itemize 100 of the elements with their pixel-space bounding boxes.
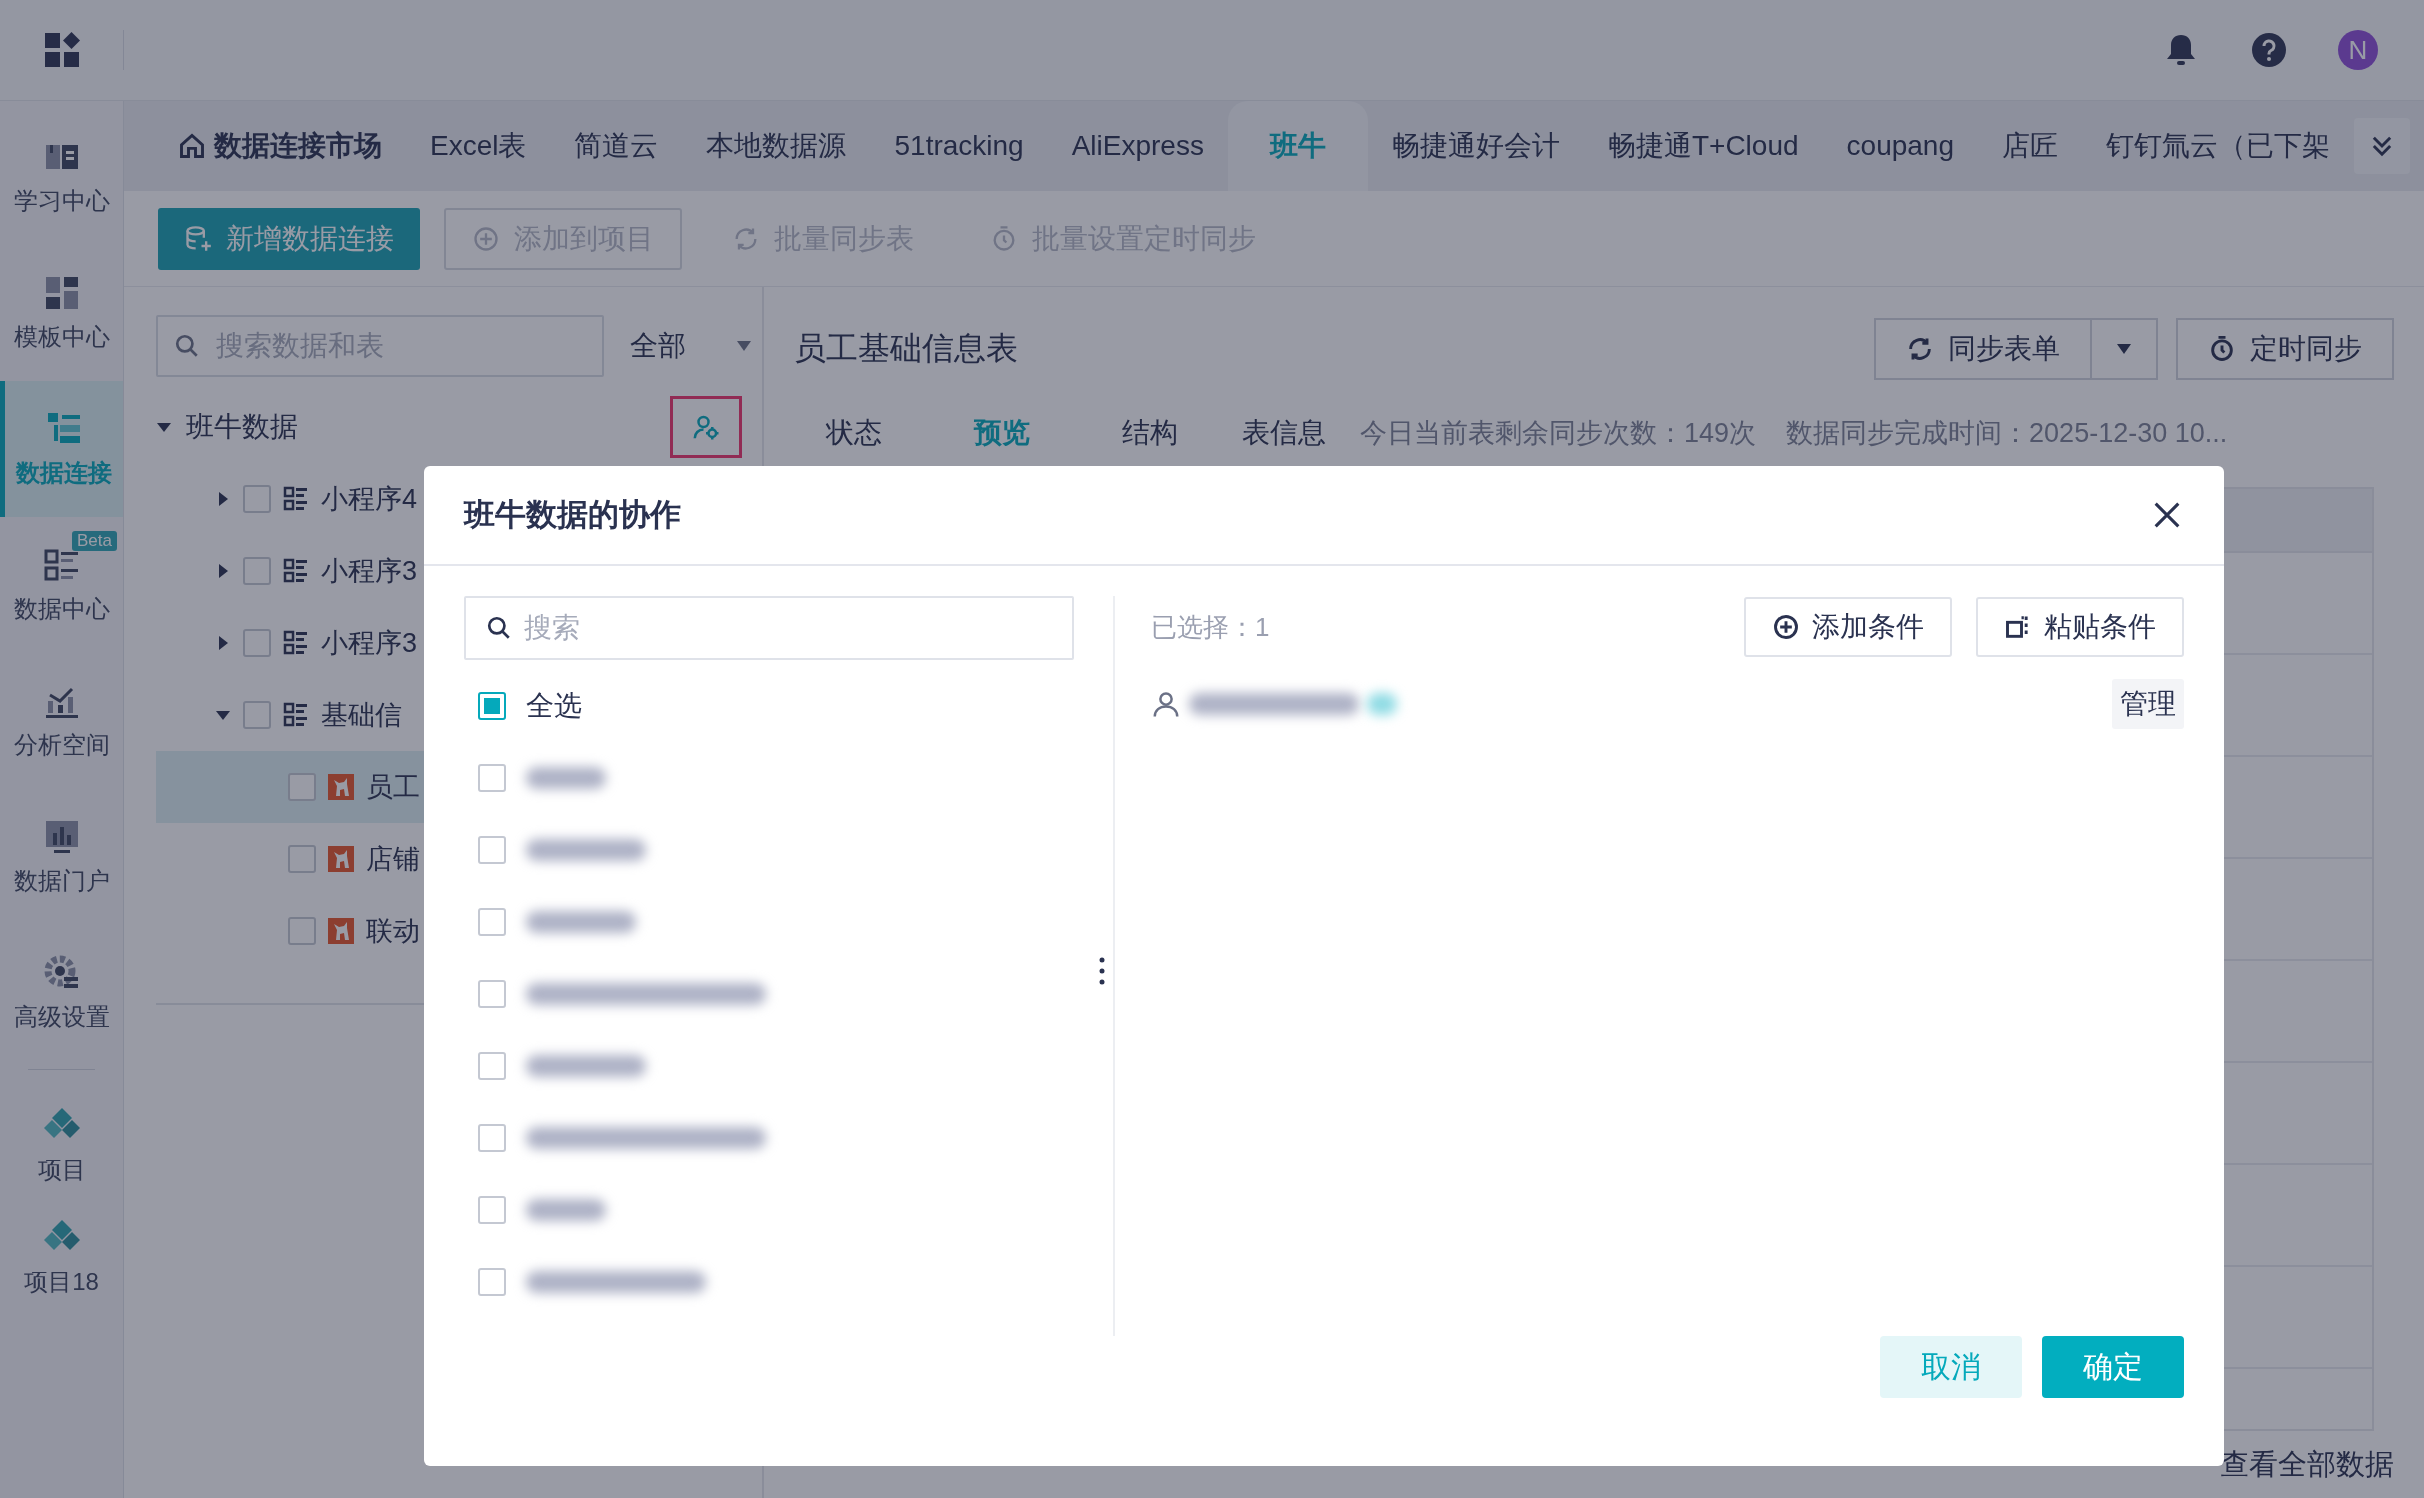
tab[interactable]: 畅捷通T+Cloud (1583, 101, 1823, 191)
timer-sync-button[interactable]: 定时同步 (2176, 318, 2394, 380)
sidebar-label: 项目 (37, 1155, 86, 1185)
tree-item[interactable]: 小程序3 (156, 607, 424, 679)
tab[interactable]: coupang (1822, 101, 1978, 191)
help-icon[interactable] (2250, 31, 2288, 69)
plus-circle-icon (472, 224, 500, 253)
caret-icon (2116, 343, 2132, 355)
checkbox[interactable] (478, 1268, 506, 1296)
sub-tab[interactable]: 表信息 (1210, 399, 1358, 467)
dialog-title: 班牛数据的协作 (464, 496, 681, 534)
checkbox[interactable] (288, 917, 316, 945)
user-icon (1151, 689, 1181, 719)
tree-item-label: 小程序3 (321, 555, 418, 588)
caret-icon (736, 340, 752, 352)
sidebar-item[interactable]: 数据门户 (0, 789, 123, 925)
blurred-tag (1367, 693, 1397, 715)
tree-item-label: 小程序4 (321, 483, 418, 516)
tree-item-label: 联动 (366, 915, 420, 948)
search-icon (174, 333, 200, 359)
confirm-button[interactable]: 确定 (2042, 1336, 2184, 1398)
sidebar-label: 数据连接 (16, 458, 112, 488)
checkbox[interactable] (478, 1196, 506, 1224)
sub-tab[interactable]: 状态 (794, 399, 914, 467)
plus-circle-icon (1772, 613, 1800, 641)
paste-condition-button[interactable]: 粘贴条件 (1976, 597, 2184, 657)
sidebar-label: 分析空间 (13, 730, 110, 760)
home-icon (178, 132, 206, 160)
stopwatch-icon (2208, 335, 2236, 363)
sub-tab[interactable]: 结构 (1090, 399, 1210, 467)
sidebar-label: 项目18 (24, 1267, 99, 1297)
sidebar-label: 高级设置 (13, 1002, 110, 1032)
tab[interactable]: Excel表 (406, 101, 551, 191)
beta-badge: Beta (72, 531, 117, 551)
bull-logo-icon (328, 846, 354, 872)
checkbox[interactable] (478, 980, 506, 1008)
view-all-link[interactable]: 查看全部数据 (2220, 1445, 2394, 1485)
sidebar-item[interactable]: 高级设置 (0, 925, 123, 1061)
app-grid-icon[interactable] (43, 31, 81, 69)
tab[interactable]: AliExpress (1047, 101, 1228, 191)
tab[interactable]: 数据连接市场 (154, 101, 406, 191)
sidebar-label: 数据中心 (13, 594, 110, 624)
checkbox[interactable] (478, 692, 506, 720)
tab[interactable]: 51tracking (870, 101, 1048, 191)
checkbox[interactable] (288, 845, 316, 873)
tree-item[interactable]: 店铺 (156, 823, 424, 895)
filter-dropdown[interactable]: 全部 (624, 326, 758, 366)
sidebar-label: 模板中心 (13, 322, 110, 352)
toolbar-button[interactable]: 新增数据连接 (158, 207, 420, 270)
tab[interactable]: 简道云 (550, 101, 683, 191)
more-tabs-button[interactable] (2354, 118, 2410, 174)
list-icon (283, 486, 309, 512)
checkbox[interactable] (288, 773, 316, 801)
tab[interactable]: 钉钉氚云（已下架 (2082, 101, 2354, 191)
user-avatar[interactable]: N (2338, 30, 2378, 70)
checkbox[interactable] (478, 1124, 506, 1152)
sidebar-item[interactable]: 项目 (0, 1090, 123, 1202)
sidebar-item[interactable]: 模板中心 (0, 245, 123, 381)
tree-item[interactable]: 小程序3 (156, 535, 424, 607)
sidebar-item[interactable]: Beta 数据中心 (0, 517, 123, 653)
collaborate-button[interactable] (670, 396, 742, 458)
sync-time-text: 数据同步完成时间：2025-12-30 10... (1786, 417, 2228, 450)
tree-root-label: 班牛数据 (186, 410, 298, 444)
tree-item-label: 小程序3 (321, 627, 418, 660)
checkbox[interactable] (243, 557, 271, 585)
bull-logo-icon (328, 918, 354, 944)
checkbox[interactable] (243, 485, 271, 513)
cancel-button[interactable]: 取消 (1880, 1336, 2022, 1398)
sync-button[interactable]: 同步表单 (1874, 318, 2092, 380)
checkbox[interactable] (478, 908, 506, 936)
list-icon (283, 702, 309, 728)
selected-count: 已选择：1 (1151, 610, 1270, 644)
drag-handle-icon[interactable] (1097, 956, 1107, 986)
checkbox[interactable] (243, 629, 271, 657)
sidebar-label: 学习中心 (13, 186, 110, 216)
refresh-icon (1906, 335, 1934, 363)
tab[interactable]: 本地数据源 (682, 101, 871, 191)
sidebar-item[interactable]: 学习中心 (0, 109, 123, 245)
sync-dropdown-button[interactable] (2092, 318, 2158, 380)
search-icon (486, 615, 512, 641)
search-field[interactable]: 搜索 (464, 596, 1074, 660)
checkbox[interactable] (478, 836, 506, 864)
tree-item[interactable]: 员工 (156, 751, 424, 823)
manage-button[interactable]: 管理 (2112, 679, 2184, 729)
sidebar-item[interactable]: 分析空间 (0, 653, 123, 789)
add-condition-button[interactable]: 添加条件 (1744, 597, 1952, 657)
list-icon (283, 558, 309, 584)
tree-item[interactable]: 联动 (156, 895, 424, 967)
database-plus-icon (184, 224, 212, 253)
checkbox-label: 全选 (526, 689, 582, 723)
checkbox[interactable] (478, 1052, 506, 1080)
tab[interactable]: 店匠 (1978, 101, 2082, 191)
bull-logo-icon (328, 774, 354, 800)
tab[interactable]: 畅捷通好会计 (1367, 101, 1584, 191)
sync-count-text: 今日当前表剩余同步次数：149次 (1360, 417, 1757, 450)
tree-item[interactable]: 基础信 (156, 679, 424, 751)
checkbox[interactable] (478, 764, 506, 792)
checkbox[interactable] (243, 701, 271, 729)
tree-item[interactable]: 小程序4 (156, 463, 424, 535)
sidebar-item[interactable]: 项目18 (0, 1202, 123, 1314)
